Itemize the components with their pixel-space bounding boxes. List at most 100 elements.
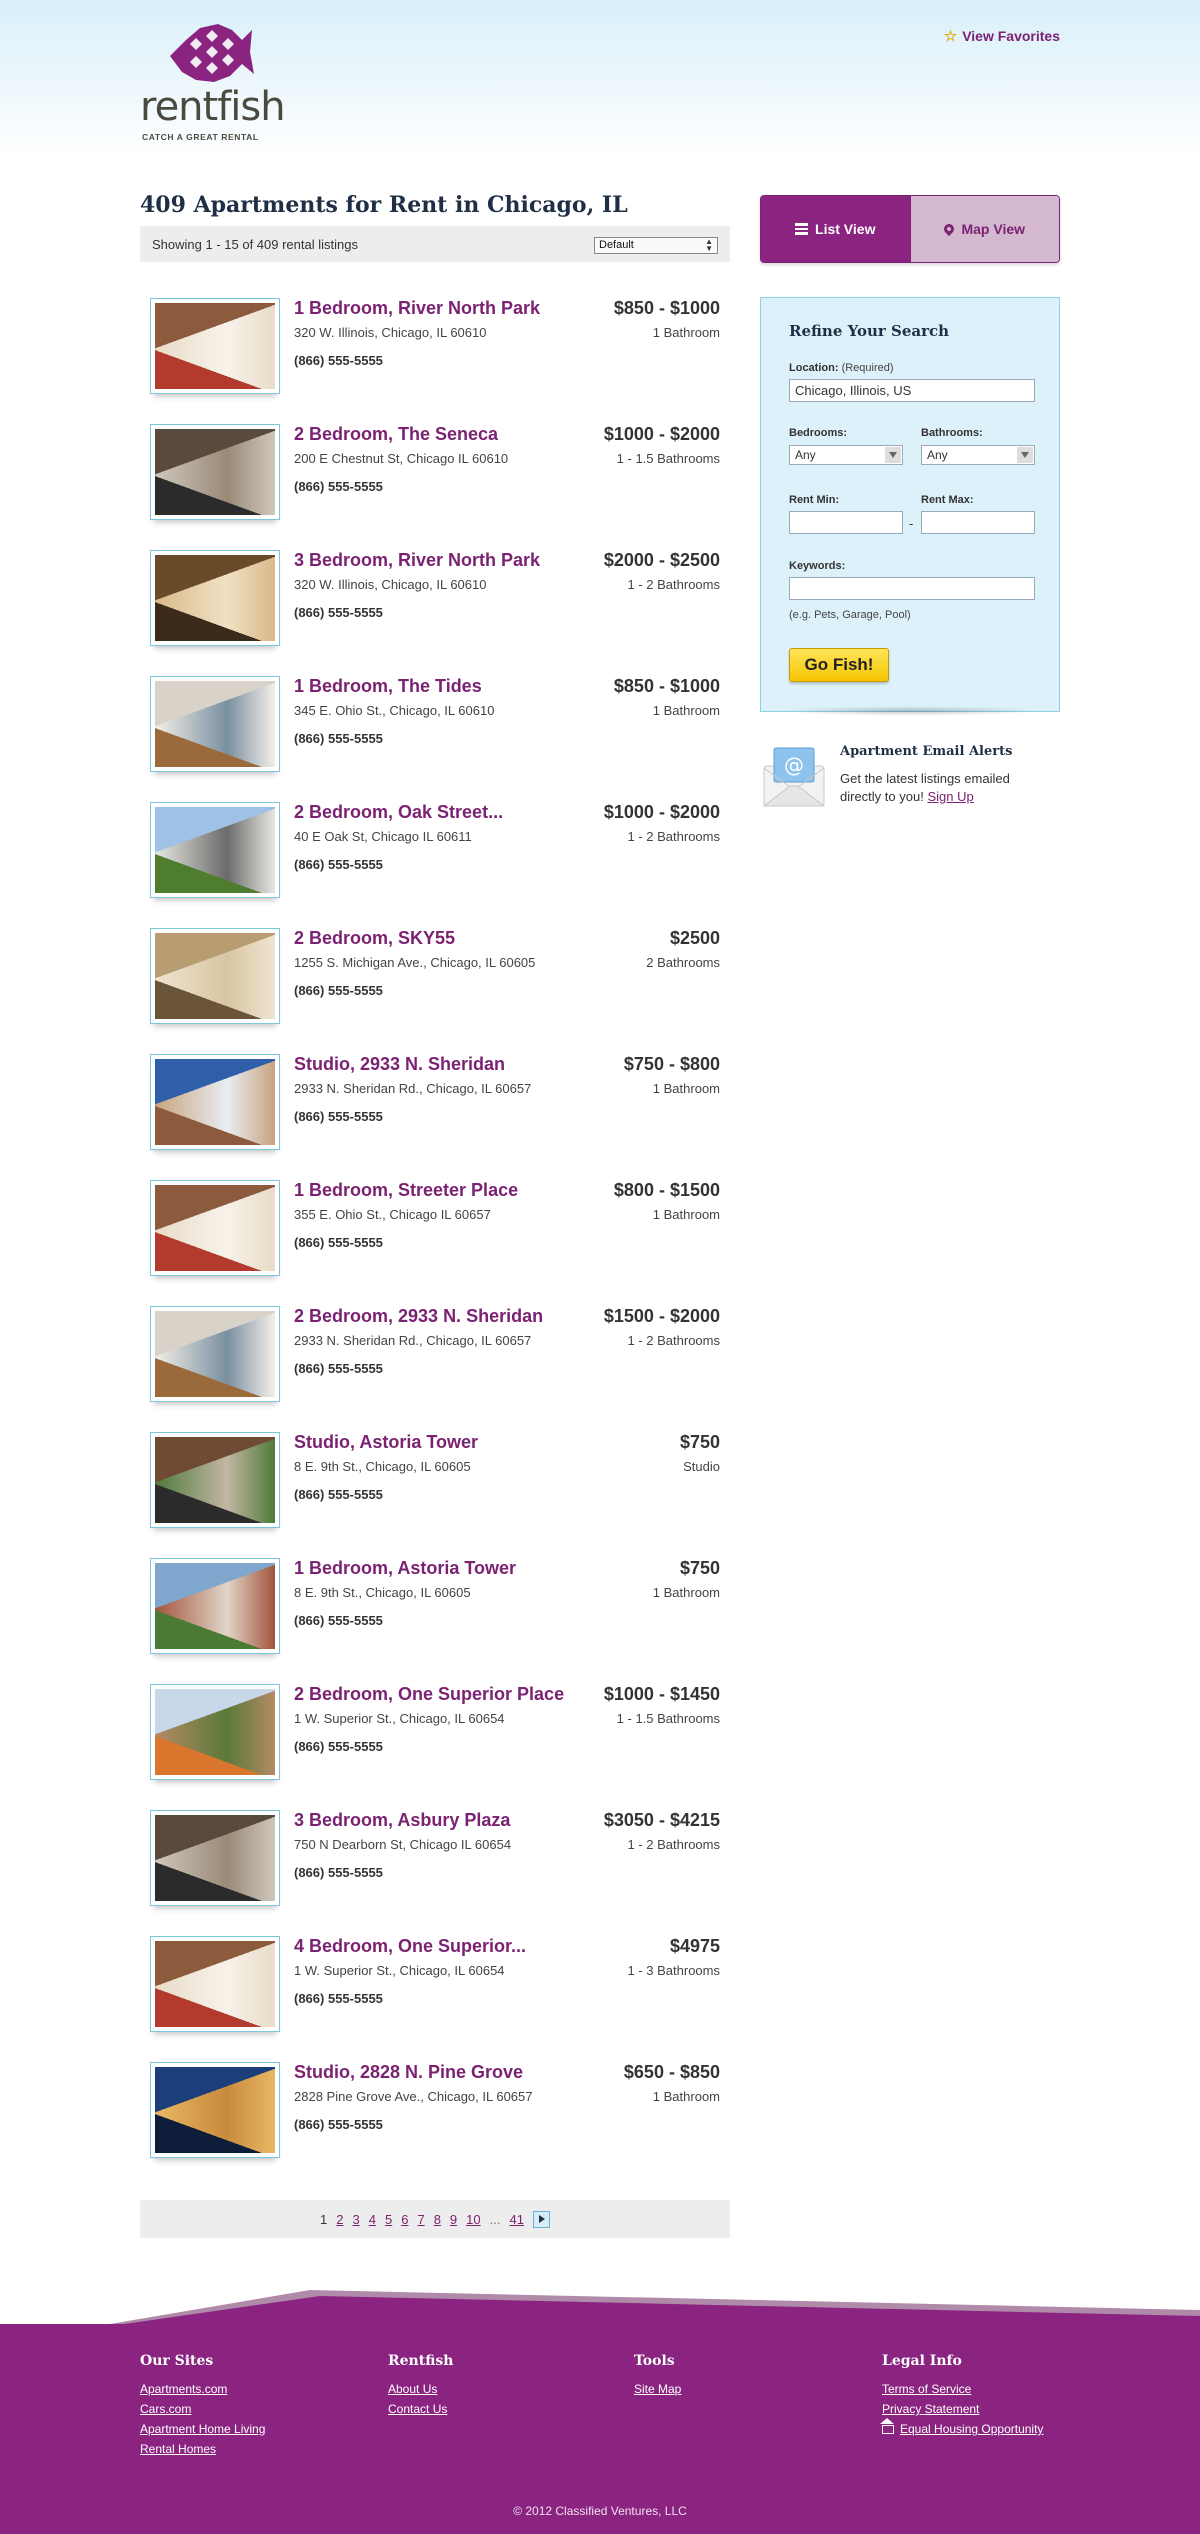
- list-view-button[interactable]: List View: [761, 196, 910, 262]
- footer-link[interactable]: Rental Homes: [140, 2439, 265, 2459]
- listing-title-link[interactable]: 3 Bedroom, Asbury Plaza: [294, 1810, 510, 1831]
- listing-photo[interactable]: [150, 676, 280, 772]
- footer-link-label: Equal Housing Opportunity: [900, 2422, 1044, 2436]
- bathrooms-select[interactable]: Any: [921, 445, 1035, 465]
- listing-item[interactable]: 4 Bedroom, One Superior... 1 W. Superior…: [140, 1936, 730, 2062]
- listing-title-link[interactable]: 1 Bedroom, The Tides: [294, 676, 482, 697]
- footer-link-label: Apartment Home Living: [140, 2422, 266, 2436]
- listing-phone: (866) 555-5555: [294, 1109, 383, 1124]
- rentfish-logo[interactable]: rentfish CATCH A GREAT RENTAL: [140, 18, 286, 142]
- footer-link[interactable]: Terms of Service: [882, 2379, 1043, 2399]
- footer-link[interactable]: Contact Us: [388, 2399, 453, 2419]
- go-fish-button[interactable]: Go Fish!: [789, 648, 889, 682]
- location-input[interactable]: Chicago, Illinois, US: [789, 379, 1035, 402]
- listing-item[interactable]: 2 Bedroom, 2933 N. Sheridan 2933 N. Sher…: [140, 1306, 730, 1432]
- listing-photo[interactable]: [150, 1054, 280, 1150]
- listing-photo[interactable]: [150, 1558, 280, 1654]
- listing-item[interactable]: 3 Bedroom, River North Park 320 W. Illin…: [140, 550, 730, 676]
- sort-select[interactable]: Default ▲ ▼: [594, 237, 718, 254]
- listing-item[interactable]: Studio, Astoria Tower 8 E. 9th St., Chic…: [140, 1432, 730, 1558]
- bedrooms-select[interactable]: Any: [789, 445, 903, 465]
- listing-item[interactable]: 1 Bedroom, Streeter Place 355 E. Ohio St…: [140, 1180, 730, 1306]
- listing-photo[interactable]: [150, 1684, 280, 1780]
- brick-building-photo: [155, 1563, 275, 1649]
- page-link[interactable]: 9: [450, 2212, 457, 2227]
- listing-photo[interactable]: [150, 2062, 280, 2158]
- listing-title-link[interactable]: 2 Bedroom, SKY55: [294, 928, 455, 949]
- listing-title-link[interactable]: 2 Bedroom, Oak Street...: [294, 802, 503, 823]
- view-favorites-label: View Favorites: [962, 28, 1060, 44]
- listing-title-link[interactable]: 4 Bedroom, One Superior...: [294, 1936, 526, 1957]
- keywords-input[interactable]: [789, 577, 1035, 600]
- footer-link[interactable]: Privacy Statement: [882, 2399, 1043, 2419]
- listing-item[interactable]: 2 Bedroom, Oak Street... 40 E Oak St, Ch…: [140, 802, 730, 928]
- pagination: 1 2 3 4 5 6 7 8 9 10... 41: [140, 2200, 730, 2238]
- listing-photo[interactable]: [150, 1306, 280, 1402]
- listing-title-link[interactable]: Studio, Astoria Tower: [294, 1432, 478, 1453]
- listing-photo[interactable]: [150, 298, 280, 394]
- listing-item[interactable]: 3 Bedroom, Asbury Plaza 750 N Dearborn S…: [140, 1810, 730, 1936]
- map-view-button[interactable]: Map View: [909, 196, 1059, 262]
- listing-photo[interactable]: [150, 424, 280, 520]
- footer-link[interactable]: About Us: [388, 2379, 453, 2399]
- listing-phone: (866) 555-5555: [294, 1991, 383, 2006]
- view-favorites-link[interactable]: ☆ View Favorites: [944, 27, 1060, 45]
- listing-item[interactable]: Studio, 2828 N. Pine Grove 2828 Pine Gro…: [140, 2062, 730, 2188]
- listing-title-link[interactable]: 1 Bedroom, River North Park: [294, 298, 540, 319]
- location-label: Location: (Required): [789, 362, 894, 374]
- next-page-button[interactable]: [532, 2210, 550, 2228]
- listing-photo[interactable]: [150, 802, 280, 898]
- listing-item[interactable]: 1 Bedroom, The Tides 345 E. Ohio St., Ch…: [140, 676, 730, 802]
- listing-title-link[interactable]: 2 Bedroom, 2933 N. Sheridan: [294, 1306, 543, 1327]
- listing-photo[interactable]: [150, 1936, 280, 2032]
- listing-photo[interactable]: [150, 928, 280, 1024]
- page-link[interactable]: 8: [434, 2212, 441, 2227]
- listing-title-link[interactable]: 1 Bedroom, Streeter Place: [294, 1180, 518, 1201]
- page-link[interactable]: 2: [336, 2212, 343, 2227]
- footer-heading: Rentfish: [388, 2353, 454, 2369]
- footer-link[interactable]: Apartment Home Living: [140, 2419, 265, 2439]
- listing-item[interactable]: 2 Bedroom, One Superior Place 1 W. Super…: [140, 1684, 730, 1810]
- footer-link-label: About Us: [388, 2382, 438, 2396]
- listing-item[interactable]: 2 Bedroom, SKY55 1255 S. Michigan Ave., …: [140, 928, 730, 1054]
- footer-link[interactable]: Apartments.com: [140, 2379, 265, 2399]
- listing-title-link[interactable]: 1 Bedroom, Astoria Tower: [294, 1558, 516, 1579]
- logo-wordmark: rentfish: [140, 84, 286, 130]
- listing-item[interactable]: 2 Bedroom, The Seneca 200 E Chestnut St,…: [140, 424, 730, 550]
- listing-item[interactable]: 1 Bedroom, River North Park 320 W. Illin…: [140, 298, 730, 424]
- listing-photo[interactable]: [150, 1180, 280, 1276]
- listing-address: 320 W. Illinois, Chicago, IL 60610: [294, 325, 487, 340]
- page-link[interactable]: 10: [466, 2212, 480, 2227]
- listing-photo[interactable]: [150, 1810, 280, 1906]
- refine-search-title: Refine Your Search: [789, 322, 950, 340]
- page-link[interactable]: 5: [385, 2212, 392, 2227]
- listing-bathrooms: 1 - 2 Bathrooms: [627, 1333, 721, 1348]
- listing-photo[interactable]: [150, 550, 280, 646]
- listing-title-link[interactable]: 2 Bedroom, The Seneca: [294, 424, 498, 445]
- listing-photo[interactable]: [150, 1432, 280, 1528]
- listing-item[interactable]: Studio, 2933 N. Sheridan 2933 N. Sherida…: [140, 1054, 730, 1180]
- page-link[interactable]: 6: [401, 2212, 408, 2227]
- footer-link[interactable]: Site Map: [634, 2379, 681, 2399]
- select-arrows-icon: ▲ ▼: [705, 237, 713, 253]
- listing-title-link[interactable]: Studio, 2828 N. Pine Grove: [294, 2062, 523, 2083]
- listing-bathrooms: 1 Bathroom: [652, 1207, 720, 1222]
- empty-room-photo: [155, 1311, 275, 1397]
- footer-link[interactable]: Equal Housing Opportunity: [880, 2418, 1044, 2439]
- rent-max-input[interactable]: [921, 511, 1035, 534]
- page-link-last[interactable]: 41: [509, 2212, 523, 2227]
- tower-photo: [155, 1059, 275, 1145]
- page-link[interactable]: 7: [417, 2212, 424, 2227]
- footer-link[interactable]: Cars.com: [140, 2399, 265, 2419]
- listing-title-link[interactable]: 3 Bedroom, River North Park: [294, 550, 540, 571]
- listing-address: 1 W. Superior St., Chicago, IL 60654: [294, 1711, 505, 1726]
- listing-item[interactable]: 1 Bedroom, Astoria Tower 8 E. 9th St., C…: [140, 1558, 730, 1684]
- listing-title-link[interactable]: 2 Bedroom, One Superior Place: [294, 1684, 564, 1705]
- page-link[interactable]: 3: [353, 2212, 360, 2227]
- rent-min-input[interactable]: [789, 511, 903, 534]
- living-room-photo: [155, 555, 275, 641]
- page-link[interactable]: 4: [369, 2212, 376, 2227]
- listing-title-link[interactable]: Studio, 2933 N. Sheridan: [294, 1054, 505, 1075]
- map-pin-icon: [942, 221, 957, 237]
- sign-up-link[interactable]: Sign Up: [927, 789, 973, 804]
